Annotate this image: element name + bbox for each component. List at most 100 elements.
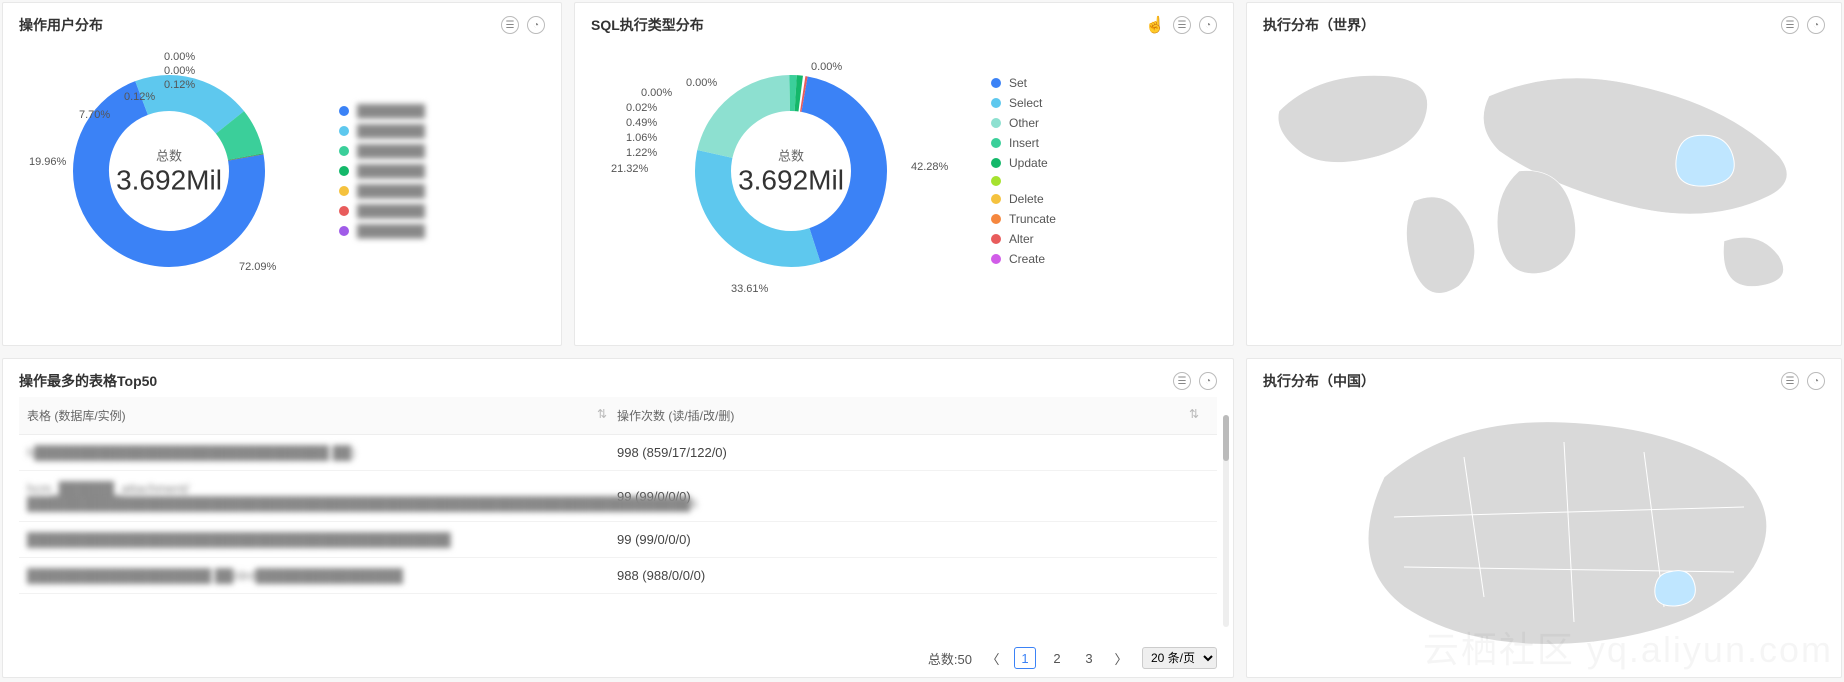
pager-page-1[interactable]: 1 xyxy=(1014,647,1036,669)
legend-item[interactable]: Other xyxy=(991,116,1056,130)
legend-item[interactable]: ████████ xyxy=(339,204,425,218)
slice-label: 42.28% xyxy=(911,161,948,173)
slice-label: 0.12% xyxy=(124,91,155,103)
detail-icon[interactable]: ☰ xyxy=(1173,372,1191,390)
table-row[interactable]: ████████████████████ ██/drd█████████████… xyxy=(19,558,1217,594)
legend-item[interactable]: Alter xyxy=(991,232,1056,246)
legend-label: Other xyxy=(1009,116,1039,130)
cell-table-name: ████████████████████ ██/drd█████████████… xyxy=(27,568,617,583)
detail-icon[interactable]: ☰ xyxy=(501,16,519,34)
slice-label: 1.22% xyxy=(626,147,657,159)
legend-item[interactable]: ████████ xyxy=(339,104,425,118)
pagination: 总数:50 〈 1 2 3 〉 20 条/页 xyxy=(928,647,1217,669)
legend-item[interactable]: ████████ xyxy=(339,144,425,158)
panel-title: 操作用户分布 xyxy=(19,15,103,35)
table-row[interactable]: hcm_██████_attachment/██████████████████… xyxy=(19,471,1217,522)
slice-label: 0.00% xyxy=(164,65,195,77)
legend-label: Delete xyxy=(1009,192,1044,206)
donut-center-label: 总数 xyxy=(116,146,222,165)
legend-item[interactable]: ████████ xyxy=(339,164,425,178)
clock-icon[interactable]: ◔ xyxy=(1199,372,1217,390)
world-map[interactable] xyxy=(1263,41,1825,301)
panel-title: 操作最多的表格Top50 xyxy=(19,371,157,391)
legend-item[interactable]: ████████ xyxy=(339,124,425,138)
legend-label: ████████ xyxy=(357,184,425,198)
legend-swatch xyxy=(991,254,1001,264)
legend-item[interactable] xyxy=(991,176,1056,186)
cell-ops: 99 (99/0/0/0) xyxy=(617,489,1209,504)
cell-ops: 988 (988/0/0/0) xyxy=(617,568,1209,583)
panel-title: SQL执行类型分布 xyxy=(591,15,704,35)
china-map-province-highlight xyxy=(1655,571,1696,606)
legend-item[interactable]: Truncate xyxy=(991,212,1056,226)
col-table[interactable]: 表格 (数据库/实例) xyxy=(27,409,126,423)
world-map-china-highlight xyxy=(1676,135,1734,186)
legend-swatch xyxy=(339,206,349,216)
detail-icon[interactable]: ☰ xyxy=(1781,372,1799,390)
legend-swatch xyxy=(991,194,1001,204)
cell-table-name: hcm_██████_attachment/██████████████████… xyxy=(27,481,617,511)
legend-item[interactable]: ████████ xyxy=(339,224,425,238)
legend-item[interactable]: Insert xyxy=(991,136,1056,150)
panel-sql-distribution: SQL执行类型分布 ☝ ☰ ◔ 总数 3.692Mil xyxy=(574,2,1234,346)
legend-label: ████████ xyxy=(357,144,425,158)
table-row[interactable]: ████████████████████████████████████████… xyxy=(19,522,1217,558)
detail-icon[interactable]: ☰ xyxy=(1173,16,1191,34)
pager-total: 总数:50 xyxy=(928,649,972,668)
pager-page-3[interactable]: 3 xyxy=(1078,647,1100,669)
legend-item[interactable]: Create xyxy=(991,252,1056,266)
pager-next[interactable]: 〉 xyxy=(1110,647,1132,669)
legend: Set Select Other Insert Update Delete Truncate… xyxy=(991,70,1056,272)
legend-label: Update xyxy=(1009,156,1048,170)
legend-label: Set xyxy=(1009,76,1027,90)
legend-swatch xyxy=(991,214,1001,224)
legend-item[interactable]: Delete xyxy=(991,192,1056,206)
table-scrollbar[interactable] xyxy=(1223,415,1229,627)
clock-icon[interactable]: ◔ xyxy=(1807,372,1825,390)
table-row[interactable]: h████████████████████████████████ ██)998… xyxy=(19,435,1217,471)
cell-table-name: h████████████████████████████████ ██) xyxy=(27,445,617,460)
pager-page-2[interactable]: 2 xyxy=(1046,647,1068,669)
legend-label: Insert xyxy=(1009,136,1039,150)
detail-icon[interactable]: ☰ xyxy=(1781,16,1799,34)
sort-icon[interactable]: ⇅ xyxy=(1189,407,1209,421)
clock-icon[interactable]: ◔ xyxy=(527,16,545,34)
slice-label: 0.12% xyxy=(164,79,195,91)
china-map[interactable] xyxy=(1263,397,1825,657)
legend-swatch xyxy=(991,78,1001,88)
clock-icon[interactable]: ◔ xyxy=(1807,16,1825,34)
legend-label: ████████ xyxy=(357,204,425,218)
cell-table-name: ████████████████████████████████████████… xyxy=(27,532,617,547)
clock-icon[interactable]: ◔ xyxy=(1199,16,1217,34)
slice-label: 0.00% xyxy=(641,87,672,99)
legend-label: Alter xyxy=(1009,232,1034,246)
slice-label: 33.61% xyxy=(731,283,768,295)
legend-item[interactable]: Update xyxy=(991,156,1056,170)
legend-swatch xyxy=(991,138,1001,148)
legend-swatch xyxy=(991,98,1001,108)
slice-label: 19.96% xyxy=(29,156,66,168)
pager-page-size[interactable]: 20 条/页 xyxy=(1142,647,1217,669)
legend-item[interactable]: Set xyxy=(991,76,1056,90)
cell-ops: 99 (99/0/0/0) xyxy=(617,532,1209,547)
hand-icon[interactable]: ☝ xyxy=(1145,15,1165,35)
panel-world-map: 执行分布（世界） ☰ ◔ xyxy=(1246,2,1842,346)
slice-label: 0.00% xyxy=(811,61,842,73)
legend-label: ████████ xyxy=(357,224,425,238)
table-header: 表格 (数据库/实例)⇅ 操作次数 (读/插/改/删)⇅ xyxy=(19,397,1217,435)
col-ops[interactable]: 操作次数 (读/插/改/删) xyxy=(617,409,734,423)
panel-title: 执行分布（中国） xyxy=(1263,371,1375,391)
slice-label: 0.00% xyxy=(686,77,717,89)
slice-label: 0.00% xyxy=(164,51,195,63)
pager-prev[interactable]: 〈 xyxy=(982,647,1004,669)
legend-item[interactable]: ████████ xyxy=(339,184,425,198)
legend-swatch xyxy=(339,126,349,136)
legend-swatch xyxy=(339,186,349,196)
sort-icon[interactable]: ⇅ xyxy=(597,407,617,421)
slice-label: 0.49% xyxy=(626,117,657,129)
legend-item[interactable]: Select xyxy=(991,96,1056,110)
donut-center-value: 3.692Mil xyxy=(116,165,222,197)
legend-swatch xyxy=(991,118,1001,128)
watermark: 云栖社区 yq.aliyun.com xyxy=(1423,621,1833,673)
donut-center-label: 总数 xyxy=(738,146,844,165)
